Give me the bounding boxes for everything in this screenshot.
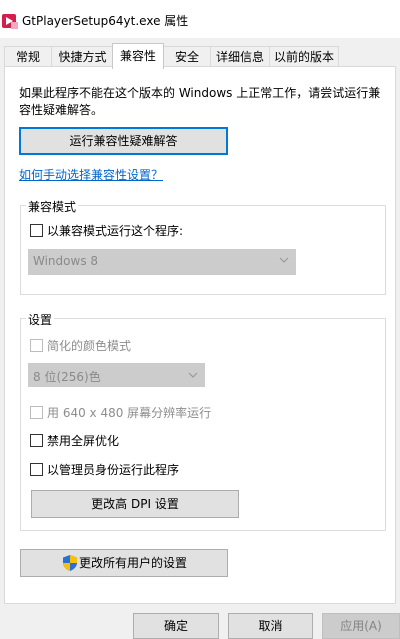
change-all-users-label: 更改所有用户的设置: [79, 556, 188, 570]
settings-group-label: 设置: [26, 311, 55, 328]
run-troubleshooter-button[interactable]: 运行兼容性疑难解答: [19, 127, 228, 155]
cancel-button[interactable]: 取消: [228, 613, 313, 639]
run-as-admin-label[interactable]: 以管理员身份运行此程序: [47, 461, 179, 478]
chevron-down-icon: [279, 257, 289, 263]
intro-text-line1: 如果此程序不能在这个版本的 Windows 上正常工作，请尝试运行兼: [19, 86, 381, 100]
reduced-color-checkbox[interactable]: [30, 339, 43, 352]
os-version-select[interactable]: Windows 8: [28, 249, 296, 275]
os-version-select-value: Windows 8: [33, 254, 99, 268]
compat-mode-checkbox-label[interactable]: 以兼容模式运行这个程序:: [47, 222, 183, 239]
chevron-down-icon: [188, 372, 198, 378]
window-title: GtPlayerSetup64yt.exe 属性: [22, 14, 189, 28]
manual-compat-link[interactable]: 如何手动选择兼容性设置？: [19, 166, 163, 183]
tab-general[interactable]: 常规: [4, 46, 52, 67]
run-as-admin-checkbox[interactable]: [30, 463, 43, 476]
color-mode-select-value: 8 位(256)色: [33, 370, 101, 384]
change-dpi-settings-button[interactable]: 更改高 DPI 设置: [31, 490, 239, 518]
app-icon: [2, 14, 18, 29]
tab-previous-versions[interactable]: 以前的版本: [269, 46, 339, 67]
tab-details[interactable]: 详细信息: [210, 46, 270, 67]
disable-fullscreen-checkbox[interactable]: [30, 434, 43, 447]
compat-mode-checkbox[interactable]: [30, 224, 43, 237]
run-640x480-checkbox[interactable]: [30, 406, 43, 419]
tab-shortcut[interactable]: 快捷方式: [51, 46, 114, 67]
intro-text-line2: 容性疑难解答。: [19, 103, 104, 117]
tab-compatibility[interactable]: 兼容性: [112, 43, 164, 69]
reduced-color-label[interactable]: 简化的颜色模式: [47, 337, 131, 354]
compat-mode-group-label: 兼容模式: [26, 198, 79, 215]
color-mode-select[interactable]: 8 位(256)色: [28, 363, 205, 387]
uac-shield-icon: [63, 555, 77, 571]
tab-strip: 常规 快捷方式 兼容性 安全 详细信息 以前的版本: [0, 38, 400, 69]
title-bar: GtPlayerSetup64yt.exe 属性: [0, 0, 400, 38]
tab-security[interactable]: 安全: [163, 46, 211, 67]
apply-button[interactable]: 应用(A): [322, 613, 400, 639]
run-640x480-label[interactable]: 用 640 x 480 屏幕分辨率运行: [47, 404, 211, 421]
disable-fullscreen-label[interactable]: 禁用全屏优化: [47, 432, 119, 449]
ok-button[interactable]: 确定: [133, 613, 219, 639]
change-all-users-button[interactable]: 更改所有用户的设置: [20, 549, 228, 577]
